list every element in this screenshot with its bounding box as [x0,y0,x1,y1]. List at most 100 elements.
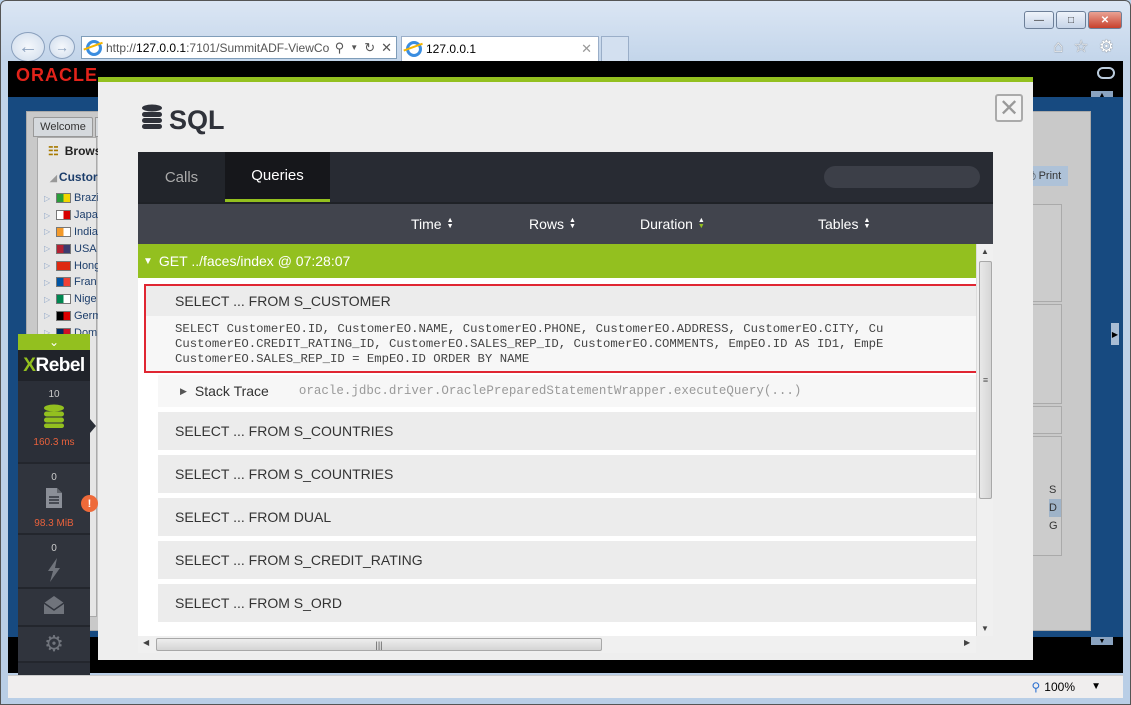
sql-duration: 160.3 ms [33,437,75,448]
forward-button[interactable]: → [49,35,75,59]
database-icon [43,404,65,433]
modal-title: SQL [141,104,225,137]
alert-icon[interactable]: ! [81,495,98,512]
expand-right-button[interactable]: ▶ [1111,323,1119,345]
country-name: Japa [74,209,98,222]
xrebel-settings-section[interactable]: ⚙ [18,627,90,663]
stop-icon[interactable]: ✕ [381,40,392,56]
xrebel-collapse-button[interactable]: ⌄ [18,334,90,350]
close-tab-icon[interactable]: ✕ [581,41,592,57]
expand-icon[interactable]: ▷ [44,311,53,320]
modal-close-button[interactable]: ✕ [995,94,1023,122]
column-tables[interactable]: Tables ▲ ▼ [818,216,870,232]
triangle-right-icon: ▶ [180,385,187,396]
country-item[interactable]: ▷ Nige [44,291,102,308]
triangle-down-icon: ▼ [143,255,153,267]
scroll-thumb[interactable]: ≡ [979,261,992,499]
country-name: USA [74,242,97,255]
country-item[interactable]: ▷ Fran [44,274,102,291]
country-item[interactable]: ▷ Japa [44,207,102,224]
maximize-button[interactable]: □ [1056,11,1086,29]
query-row[interactable]: SELECT ... FROM S_COUNTRIES [158,412,976,450]
chevron-down-icon: ⌄ [48,335,60,349]
expand-icon[interactable]: ▷ [44,211,53,220]
scroll-left-arrow[interactable]: ◀ [143,638,149,647]
search-input[interactable] [824,166,980,188]
browser-tab[interactable]: 127.0.0.1 ✕ [401,36,599,61]
lightning-icon [46,558,62,587]
stack-trace-row[interactable]: ▶ Stack Trace oracle.jdbc.driver.OracleP… [158,375,976,407]
query-row[interactable]: SELECT ... FROM S_ORD [158,584,976,622]
sort-icon: ▲ ▼ [446,217,454,230]
scroll-down-arrow[interactable]: ▼ [981,624,989,633]
new-tab-button[interactable] [601,36,629,61]
dropdown-icon[interactable]: ▼ [350,40,358,56]
query-row[interactable]: SELECT ... FROM DUAL [158,498,976,536]
country-name: Fran [74,276,97,289]
tab-welcome[interactable]: Welcome [33,117,93,137]
customers-title[interactable]: Custor [50,170,98,184]
country-item[interactable]: ▷ Brazi [44,190,102,207]
country-name: Brazi [74,192,100,205]
grid-letter: G [1049,520,1058,532]
refresh-icon[interactable]: ↻ [364,40,375,56]
query-title: SELECT ... FROM S_CUSTOMER [146,286,976,316]
country-item[interactable]: ▷ Hong [44,257,102,274]
sql-modal: ✕ SQL Calls Queries Time ▲ ▼ Rows ▲ ▼ Durati… [98,77,1033,660]
back-button[interactable]: ← [11,32,45,62]
xrebel-toolbar: ⌄ X Rebel 10 160.3 ms 0 98.3 MiB ! 0 ⚙ [18,334,98,675]
xrebel-sql-section[interactable]: 10 160.3 ms [18,381,96,464]
column-duration[interactable]: Duration ▲ ▼ [640,216,705,232]
expand-icon[interactable]: ▷ [44,278,53,287]
expand-icon[interactable]: ▷ [44,227,53,236]
xrebel-logo: X Rebel [18,350,90,381]
country-item[interactable]: ▷ India [44,224,102,241]
flag-icon [56,210,71,221]
document-icon [45,487,63,514]
column-rows[interactable]: Rows ▲ ▼ [529,216,576,232]
horizontal-scrollbar[interactable]: ◀ ||| ▶ [138,636,976,653]
exceptions-count: 0 [51,543,57,554]
favorites-star-icon[interactable]: ☆ [1074,37,1089,57]
country-item[interactable]: ▷ Germ [44,308,102,325]
active-pointer [90,419,96,433]
zoom-indicator[interactable]: ⚲ 100% [1032,680,1076,694]
gear-icon[interactable]: ⚙ [1099,37,1114,57]
collapse-down-button[interactable]: ▼ [1091,637,1113,645]
query-row[interactable]: SELECT ... FROM S_COUNTRIES [158,455,976,493]
xrebel-io-section[interactable]: 0 98.3 MiB ! [18,464,98,535]
address-bar[interactable]: http://127.0.0.1:7101/SummitADF-ViewCo ⚲… [81,36,397,59]
zoom-dropdown-icon[interactable]: ▼ [1091,681,1101,692]
sql-panel: Calls Queries Time ▲ ▼ Rows ▲ ▼ Duration ▲ ▼ T… [138,152,993,660]
country-name: Hong [74,259,101,272]
query-row[interactable]: SELECT ... FROM S_CREDIT_RATING [158,541,976,579]
scroll-right-arrow[interactable]: ▶ [964,638,970,647]
home-icon[interactable]: ⌂ [1053,37,1063,57]
query-row-expanded[interactable]: SELECT ... FROM S_CUSTOMER SELECT Custom… [144,284,978,373]
country-name: Nige [74,293,97,306]
user-icon[interactable] [1097,67,1115,79]
request-group-row[interactable]: ▼ GET ../faces/index @ 07:28:07 [138,244,976,278]
xrebel-exceptions-section[interactable]: 0 [18,535,90,589]
xrebel-messages-section[interactable] [18,589,90,627]
flag-icon [56,243,71,254]
flag-icon [56,260,71,271]
flag-icon [56,226,71,237]
close-window-button[interactable]: ✕ [1088,11,1122,29]
minimize-button[interactable]: — [1024,11,1054,29]
tab-queries[interactable]: Queries [225,152,330,202]
country-item[interactable]: ▷ USA [44,240,102,257]
scroll-up-arrow[interactable]: ▲ [981,247,989,256]
expand-icon[interactable]: ▷ [44,244,53,253]
expand-icon[interactable]: ▷ [44,194,53,203]
expand-icon[interactable]: ▷ [44,295,53,304]
country-list: ▷ Brazi ▷ Japa ▷ India ▷ USA ▷ Hong ▷ Fran ▷ Nige ▷ Ger… [44,190,102,341]
grid-letters: S D G [1049,481,1061,535]
column-time[interactable]: Time ▲ ▼ [411,216,454,232]
search-icon[interactable]: ⚲ [335,40,345,56]
scroll-thumb[interactable]: ||| [156,638,602,651]
vertical-scrollbar[interactable]: ▲ ≡ ▼ [976,244,993,636]
query-list: ▼ GET ../faces/index @ 07:28:07 SELECT .… [138,244,993,636]
expand-icon[interactable]: ▷ [44,261,53,270]
tab-calls[interactable]: Calls [138,152,225,202]
